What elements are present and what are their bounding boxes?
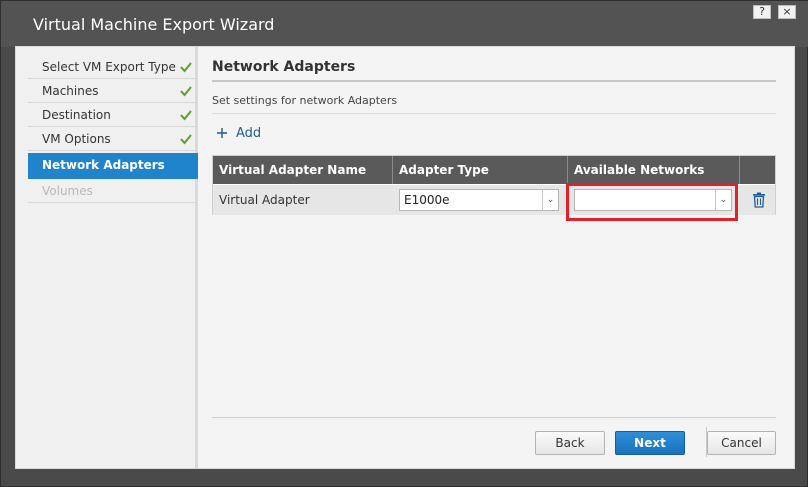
check-icon — [180, 86, 192, 97]
step-label: Select VM Export Type — [42, 60, 176, 74]
help-button[interactable]: ? — [753, 5, 771, 19]
step-label: Network Adapters — [42, 158, 165, 172]
title-bar: Virtual Machine Export Wizard ? × — [1, 1, 808, 47]
chevron-down-icon[interactable]: ⌄ — [542, 190, 558, 210]
page-title: Network Adapters — [212, 59, 356, 75]
step-label: Destination — [42, 108, 111, 122]
footer-divider-shadow — [212, 419, 776, 420]
check-icon — [180, 62, 192, 73]
step-volumes: Volumes — [28, 180, 198, 203]
column-header-adapter-type[interactable]: Adapter Type — [393, 156, 568, 184]
check-icon — [180, 110, 192, 121]
step-machines[interactable]: Machines — [28, 80, 198, 103]
export-wizard-dialog: Virtual Machine Export Wizard ? × Select… — [0, 0, 808, 487]
check-icon — [180, 134, 192, 145]
main-content: Network Adapters Set settings for networ… — [212, 47, 782, 468]
step-vm-options[interactable]: VM Options — [28, 128, 198, 151]
table-header: Virtual Adapter Name Adapter Type Availa… — [213, 156, 775, 184]
step-destination[interactable]: Destination — [28, 104, 198, 127]
title-divider — [212, 80, 776, 82]
cancel-button[interactable]: Cancel — [707, 431, 776, 455]
step-network-adapters[interactable]: Network Adapters — [28, 153, 198, 179]
dialog-title: Virtual Machine Export Wizard — [33, 15, 275, 34]
wizard-steps-sidebar: Select VM Export Type Machines Destinati… — [16, 47, 198, 468]
wizard-body: Select VM Export Type Machines Destinati… — [15, 46, 795, 469]
column-header-actions — [740, 156, 775, 184]
add-adapter-button[interactable]: Add — [216, 123, 261, 143]
step-label: Volumes — [42, 184, 93, 198]
step-select-vm-export-type[interactable]: Select VM Export Type — [28, 56, 198, 79]
adapter-type-value: E1000e — [404, 193, 450, 207]
highlight-box — [566, 183, 738, 221]
cell-adapter-name: Virtual Adapter — [219, 193, 310, 207]
column-header-available-networks[interactable]: Available Networks — [568, 156, 740, 184]
column-header-virtual-adapter-name[interactable]: Virtual Adapter Name — [213, 156, 393, 184]
next-button[interactable]: Next — [615, 431, 685, 455]
back-button[interactable]: Back — [535, 431, 605, 455]
footer-divider — [212, 417, 776, 418]
adapter-type-select[interactable]: E1000e ⌄ — [399, 189, 559, 211]
plus-icon — [217, 128, 227, 138]
step-label: Machines — [42, 84, 99, 98]
add-label: Add — [236, 125, 262, 141]
step-label: VM Options — [42, 132, 111, 146]
page-description: Set settings for network Adapters — [212, 94, 398, 107]
close-button[interactable]: × — [778, 5, 796, 19]
trash-icon[interactable] — [752, 192, 766, 208]
description-divider — [212, 113, 776, 114]
